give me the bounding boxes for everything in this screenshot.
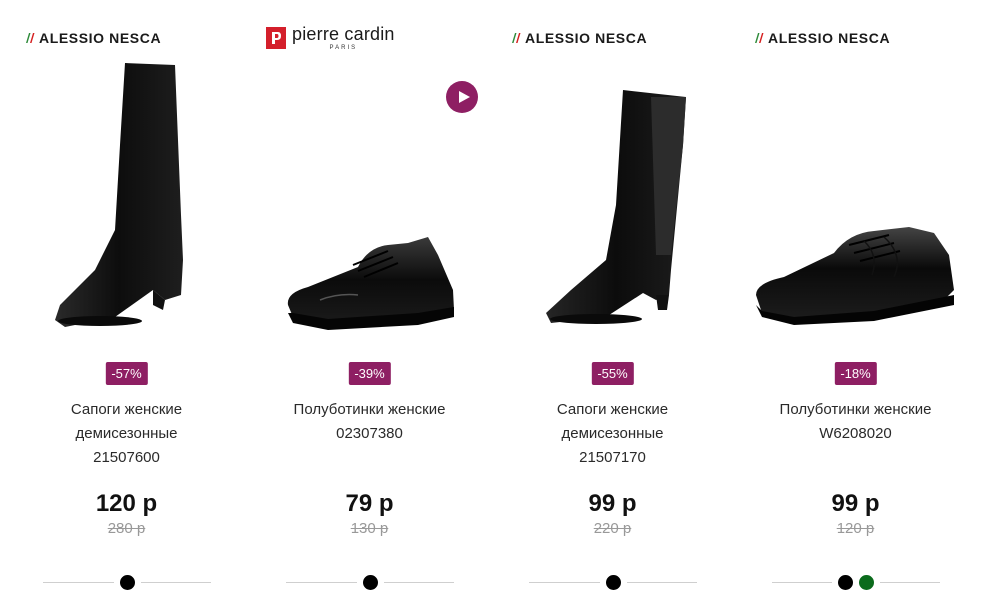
product-name[interactable]: Сапоги женские демисезонные 21507600 (5, 398, 248, 470)
color-swatch-black[interactable] (119, 574, 135, 590)
divider (626, 581, 697, 583)
brand-name: ALESSIO NESCA (525, 30, 648, 46)
old-price: 120 р (836, 520, 875, 537)
old-price: 280 р (107, 520, 146, 537)
product-name-line: 21507170 (579, 449, 646, 466)
product-image-mid-boot[interactable] (511, 55, 714, 345)
pierre-cardin-emblem-icon (266, 27, 286, 49)
product-name-line: 02307380 (336, 425, 403, 442)
product-card[interactable]: ALESSIO NESCA -57% Сапоги женские демисе… (5, 0, 248, 610)
current-price: 99 р (831, 490, 880, 517)
divider (140, 581, 211, 583)
product-image-tall-boot[interactable] (25, 55, 228, 345)
product-image-patent-oxford[interactable] (754, 55, 957, 345)
product-name[interactable]: Полуботинки женские W6208020 (734, 398, 977, 446)
brand-stripes-icon (25, 32, 37, 44)
brand-logo-alessio-nesca: ALESSIO NESCA (25, 26, 161, 50)
product-card[interactable]: pierre cardin PARIS -39% Полуботинки жен… (248, 0, 491, 610)
brand-name: ALESSIO NESCA (768, 30, 891, 46)
old-price: 130 р (350, 520, 389, 537)
divider (286, 581, 357, 583)
product-name-line: демисезонные (561, 425, 664, 442)
divider (880, 581, 940, 583)
brand-logo-alessio-nesca: ALESSIO NESCA (511, 26, 647, 50)
brand-logo-pierre-cardin: pierre cardin PARIS (266, 24, 395, 51)
brand-subtitle: PARIS (329, 45, 358, 51)
brand-name: pierre cardin (292, 24, 395, 44)
color-swatch-black[interactable] (838, 574, 853, 590)
current-price: 120 р (95, 490, 158, 517)
divider (43, 581, 114, 583)
color-swatches (286, 573, 454, 591)
divider (772, 581, 832, 583)
color-swatch-black[interactable] (362, 574, 378, 590)
product-name-line: Полуботинки женские (779, 401, 932, 418)
brand-stripes-icon (511, 32, 523, 44)
discount-badge: -18% (834, 362, 877, 385)
product-card[interactable]: ALESSIO NESCA -55% Сапоги женские демисе… (491, 0, 734, 610)
current-price: 79 р (345, 490, 394, 517)
product-card[interactable]: ALESSIO NESCA -18% Полуботинки женские W… (734, 0, 977, 610)
current-price: 99 р (588, 490, 637, 517)
product-name-line: 21507600 (93, 449, 160, 466)
color-swatches (43, 573, 211, 591)
product-name-line: Сапоги женские (70, 401, 183, 418)
discount-badge: -57% (105, 362, 148, 385)
discount-badge: -55% (591, 362, 634, 385)
brand-logo-alessio-nesca: ALESSIO NESCA (754, 26, 890, 50)
product-name-line: Полуботинки женские (293, 401, 446, 418)
product-grid: ALESSIO NESCA -57% Сапоги женские демисе… (0, 0, 994, 610)
product-image-lace-up-shoe[interactable] (268, 55, 471, 345)
discount-badge: -39% (348, 362, 391, 385)
brand-name: ALESSIO NESCA (39, 30, 162, 46)
color-swatch-black[interactable] (605, 574, 621, 590)
product-name[interactable]: Сапоги женские демисезонные 21507170 (491, 398, 734, 470)
product-name-line: W6208020 (819, 425, 892, 442)
color-swatches (529, 573, 697, 591)
product-name-line: Сапоги женские (556, 401, 669, 418)
product-name[interactable]: Полуботинки женские 02307380 (248, 398, 491, 446)
color-swatches (772, 573, 940, 591)
divider (529, 581, 600, 583)
divider (383, 581, 454, 583)
color-swatch-green[interactable] (859, 574, 874, 590)
brand-stripes-icon (754, 32, 766, 44)
old-price: 220 р (593, 520, 632, 537)
product-name-line: демисезонные (75, 425, 178, 442)
